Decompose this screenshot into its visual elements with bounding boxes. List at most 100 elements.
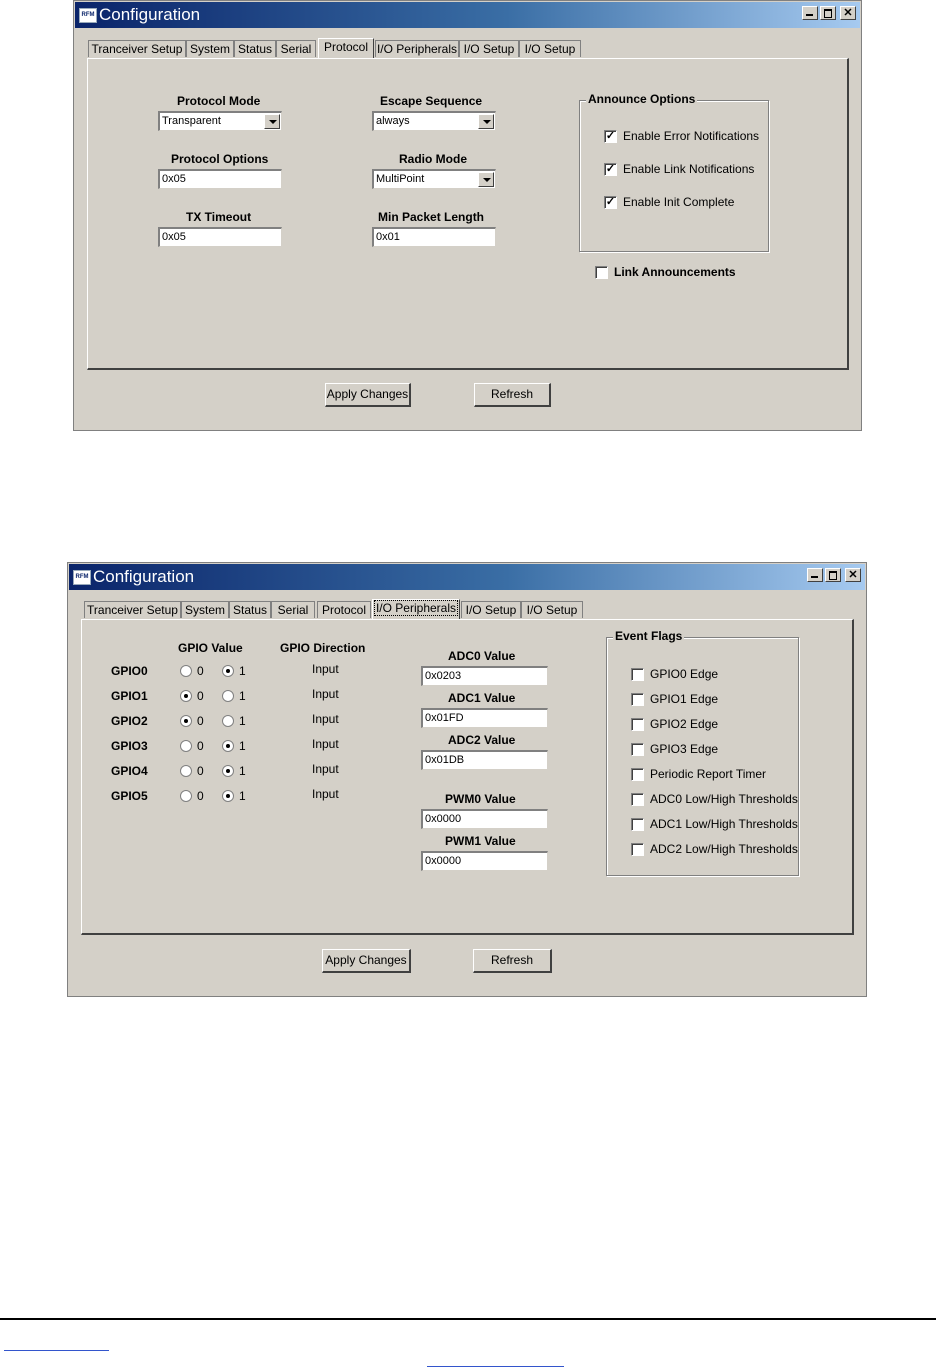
gpio-value-1-radio[interactable] bbox=[222, 790, 234, 802]
protocol-options-field[interactable]: 0x05 bbox=[158, 169, 282, 189]
gpio-value-0-radio[interactable] bbox=[180, 790, 192, 802]
gpio-value-1-radio[interactable] bbox=[222, 765, 234, 777]
radio-label: 1 bbox=[239, 789, 246, 803]
gpio-value-0-radio[interactable] bbox=[180, 715, 192, 727]
min-packet-length-label: Min Packet Length bbox=[378, 210, 485, 224]
adc2-field[interactable]: 0x01DB bbox=[421, 750, 548, 770]
tab-system[interactable]: System bbox=[186, 40, 234, 57]
escape-sequence-select[interactable]: always bbox=[372, 111, 496, 131]
event-flag-label: ADC0 Low/High Thresholds bbox=[650, 792, 798, 806]
event-flag-label: GPIO3 Edge bbox=[650, 742, 719, 756]
event-flag-checkbox[interactable] bbox=[631, 693, 644, 706]
radio-mode-label: Radio Mode bbox=[399, 152, 467, 166]
radio-label: 1 bbox=[239, 714, 246, 728]
minimize-icon[interactable] bbox=[807, 568, 823, 582]
gpio-name: GPIO4 bbox=[111, 764, 148, 778]
pwm1-field[interactable]: 0x0000 bbox=[421, 851, 548, 871]
tab-system[interactable]: System bbox=[181, 601, 229, 618]
gpio-value-0-radio[interactable] bbox=[180, 765, 192, 777]
adc0-field[interactable]: 0x0203 bbox=[421, 666, 548, 686]
gpio-name: GPIO1 bbox=[111, 689, 148, 703]
pwm1-label: PWM1 Value bbox=[445, 834, 516, 848]
tab-status[interactable]: Status bbox=[234, 40, 276, 57]
apply-changes-button[interactable]: Apply Changes bbox=[325, 383, 411, 407]
tx-timeout-field[interactable]: 0x05 bbox=[158, 227, 282, 247]
refresh-button[interactable]: Refresh bbox=[473, 949, 552, 973]
config-window-io-peripherals: RFM Configuration Tranceiver Setup Syste… bbox=[67, 562, 867, 997]
gpio-value-1-radio[interactable] bbox=[222, 665, 234, 677]
tab-io-setup-2[interactable]: I/O Setup bbox=[521, 601, 583, 618]
enable-error-notifications-checkbox[interactable]: ✓ bbox=[604, 130, 617, 143]
tab-tranceiver-setup[interactable]: Tranceiver Setup bbox=[84, 601, 181, 618]
title-bar[interactable]: RFM Configuration bbox=[69, 564, 865, 590]
chevron-down-icon[interactable] bbox=[478, 114, 494, 129]
tab-tranceiver-setup[interactable]: Tranceiver Setup bbox=[88, 40, 186, 57]
radio-label: 1 bbox=[239, 664, 246, 678]
gpio-value-1-radio[interactable] bbox=[222, 690, 234, 702]
radio-mode-select[interactable]: MultiPoint bbox=[372, 169, 496, 189]
gpio-value-0-radio[interactable] bbox=[180, 740, 192, 752]
minimize-icon[interactable] bbox=[802, 6, 818, 20]
link-announcements-checkbox[interactable] bbox=[595, 266, 608, 279]
event-flag-label: GPIO2 Edge bbox=[650, 717, 719, 731]
chevron-down-icon[interactable] bbox=[264, 114, 280, 129]
window-title: Configuration bbox=[99, 5, 201, 24]
tab-io-peripherals[interactable]: I/O Peripherals bbox=[375, 40, 459, 57]
title-bar[interactable]: RFM Configuration bbox=[75, 2, 860, 28]
event-flag-label: Periodic Report Timer bbox=[650, 767, 767, 781]
event-flag-checkbox[interactable] bbox=[631, 768, 644, 781]
tab-protocol[interactable]: Protocol bbox=[318, 38, 374, 59]
adc1-label: ADC1 Value bbox=[448, 691, 516, 705]
gpio-value-1-radio[interactable] bbox=[222, 740, 234, 752]
adc1-field[interactable]: 0x01FD bbox=[421, 708, 548, 728]
announce-options-title: Announce Options bbox=[586, 92, 698, 106]
refresh-button[interactable]: Refresh bbox=[474, 383, 551, 407]
gpio-name: GPIO0 bbox=[111, 664, 148, 678]
footer-link-underline[interactable] bbox=[4, 1350, 109, 1351]
enable-init-complete-checkbox[interactable]: ✓ bbox=[604, 196, 617, 209]
tab-io-setup-2[interactable]: I/O Setup bbox=[519, 40, 581, 57]
link-announcements-label: Link Announcements bbox=[614, 265, 736, 279]
radio-label: 1 bbox=[239, 764, 246, 778]
announce-options-group: Announce Options ✓ Enable Error Notifica… bbox=[579, 92, 769, 252]
footer-link-underline[interactable] bbox=[427, 1366, 564, 1367]
event-flag-checkbox[interactable] bbox=[631, 718, 644, 731]
radio-label: 0 bbox=[197, 689, 204, 703]
protocol-mode-select[interactable]: Transparent bbox=[158, 111, 282, 131]
event-flag-label: GPIO0 Edge bbox=[650, 667, 719, 681]
event-flag-checkbox[interactable] bbox=[631, 743, 644, 756]
protocol-mode-label: Protocol Mode bbox=[177, 94, 261, 108]
radio-label: 0 bbox=[197, 739, 204, 753]
radio-label: 1 bbox=[239, 739, 246, 753]
close-icon[interactable] bbox=[840, 6, 856, 20]
radio-label: 0 bbox=[197, 664, 204, 678]
protocol-panel: Protocol Mode Transparent Protocol Optio… bbox=[87, 58, 849, 370]
event-flag-checkbox[interactable] bbox=[631, 818, 644, 831]
event-flag-checkbox[interactable] bbox=[631, 668, 644, 681]
gpio-direction: Input bbox=[312, 787, 339, 801]
tab-serial[interactable]: Serial bbox=[276, 40, 316, 57]
gpio-value-0-radio[interactable] bbox=[180, 665, 192, 677]
apply-changes-button[interactable]: Apply Changes bbox=[322, 949, 411, 973]
tab-io-setup-1[interactable]: I/O Setup bbox=[461, 601, 521, 618]
event-flag-checkbox[interactable] bbox=[631, 843, 644, 856]
maximize-icon[interactable] bbox=[825, 568, 841, 582]
tab-status[interactable]: Status bbox=[229, 601, 271, 618]
enable-link-notifications-checkbox[interactable]: ✓ bbox=[604, 163, 617, 176]
pwm0-label: PWM0 Value bbox=[445, 792, 516, 806]
event-flag-checkbox[interactable] bbox=[631, 793, 644, 806]
pwm0-field[interactable]: 0x0000 bbox=[421, 809, 548, 829]
chevron-down-icon[interactable] bbox=[478, 172, 494, 187]
gpio-value-0-radio[interactable] bbox=[180, 690, 192, 702]
maximize-icon[interactable] bbox=[820, 6, 836, 20]
tab-io-setup-1[interactable]: I/O Setup bbox=[459, 40, 519, 57]
protocol-mode-value: Transparent bbox=[162, 115, 221, 127]
tab-serial[interactable]: Serial bbox=[271, 601, 315, 618]
gpio-value-1-radio[interactable] bbox=[222, 715, 234, 727]
tab-protocol[interactable]: Protocol bbox=[317, 601, 371, 618]
tab-io-peripherals[interactable]: I/O Peripherals bbox=[372, 599, 460, 620]
gpio-direction: Input bbox=[312, 687, 339, 701]
close-icon[interactable] bbox=[845, 568, 861, 582]
event-flag-label: ADC1 Low/High Thresholds bbox=[650, 817, 798, 831]
min-packet-length-field[interactable]: 0x01 bbox=[372, 227, 496, 247]
